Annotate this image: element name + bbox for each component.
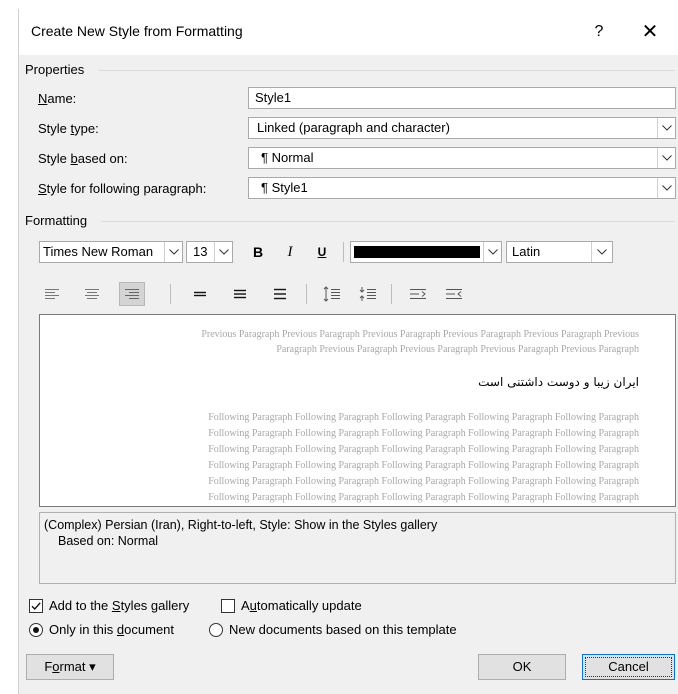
- help-button[interactable]: ?: [585, 19, 613, 45]
- align-right-button[interactable]: [119, 282, 145, 306]
- pilcrow-icon: ¶: [261, 150, 268, 165]
- chevron-down-icon[interactable]: [657, 178, 675, 198]
- cancel-button[interactable]: Cancel: [582, 654, 675, 680]
- style-type-select[interactable]: Linked (paragraph and character): [248, 117, 676, 139]
- formatting-section-label: Formatting: [25, 213, 88, 228]
- preview-following-line: Following Paragraph Following Paragraph …: [208, 492, 639, 503]
- paragraph-spacing-decrease-icon: [359, 287, 376, 301]
- based-on-label: Style based on:: [38, 151, 128, 166]
- decrease-indent-button[interactable]: [405, 282, 431, 306]
- script-select[interactable]: Latin: [506, 241, 613, 263]
- color-swatch: [354, 246, 480, 258]
- preview-following-line: Following Paragraph Following Paragraph …: [208, 428, 639, 439]
- decrease-paragraph-spacing-button[interactable]: [355, 282, 381, 306]
- focus-rectangle: [585, 657, 672, 677]
- double-spacing-button[interactable]: [267, 282, 293, 306]
- chevron-down-icon[interactable]: [214, 242, 232, 262]
- name-field[interactable]: Style1: [248, 87, 676, 109]
- following-style-label: Style for following paragraph:: [38, 181, 207, 196]
- name-label: Name:: [38, 91, 77, 106]
- chevron-down-icon[interactable]: [591, 242, 612, 262]
- font-color-select[interactable]: [350, 241, 502, 263]
- radio-dot: [33, 627, 39, 633]
- indent-decrease-icon: [410, 289, 426, 299]
- line-spacing-single-icon: [194, 291, 206, 297]
- preview-previous-line: Paragraph Previous Paragraph Previous Pa…: [276, 344, 639, 355]
- font-size-value: 13: [193, 244, 208, 259]
- bold-button[interactable]: B: [247, 240, 269, 264]
- single-spacing-button[interactable]: [187, 282, 213, 306]
- only-this-document-radio[interactable]: [29, 623, 43, 637]
- style-preview-pane: Previous Paragraph Previous Paragraph Pr…: [39, 314, 676, 507]
- auto-update-label[interactable]: Automatically update: [241, 598, 362, 613]
- formatting-divider: [101, 221, 675, 222]
- toolbar-divider: [391, 284, 392, 304]
- pilcrow-icon: ¶: [261, 180, 268, 195]
- title-bar: Create New Style from Formatting ? ✕: [19, 9, 678, 55]
- chevron-down-icon[interactable]: [483, 242, 501, 262]
- add-to-gallery-checkbox[interactable]: [29, 599, 43, 613]
- chevron-down-icon[interactable]: [657, 148, 675, 168]
- increase-paragraph-spacing-button[interactable]: [319, 282, 345, 306]
- toolbar-divider: [170, 284, 171, 304]
- indent-increase-icon: [446, 289, 462, 299]
- underline-button[interactable]: U: [311, 240, 333, 264]
- align-center-icon: [85, 289, 99, 299]
- chevron-down-icon[interactable]: [164, 242, 182, 262]
- font-size-select[interactable]: 13: [186, 241, 233, 263]
- italic-button[interactable]: I: [279, 240, 301, 264]
- create-style-dialog: Create New Style from Formatting ? ✕ Pro…: [18, 9, 678, 694]
- auto-update-checkbox[interactable]: [221, 599, 235, 613]
- based-on-select[interactable]: ¶ Normal: [248, 147, 676, 169]
- format-button[interactable]: Format ▾: [26, 654, 114, 680]
- style-type-value: Linked (paragraph and character): [257, 120, 450, 135]
- preview-previous-line: Previous Paragraph Previous Paragraph Pr…: [201, 329, 639, 340]
- toolbar-divider: [306, 284, 307, 304]
- add-to-gallery-label[interactable]: Add to the Styles gallery: [49, 598, 189, 613]
- only-this-document-label[interactable]: Only in this document: [49, 622, 174, 637]
- properties-divider: [99, 70, 675, 71]
- increase-indent-button[interactable]: [441, 282, 467, 306]
- line-spacing-double-icon: [274, 288, 286, 300]
- toolbar-divider: [343, 242, 344, 262]
- preview-following-line: Following Paragraph Following Paragraph …: [208, 444, 639, 455]
- style-type-label: Style type:: [38, 121, 99, 136]
- preview-sample-text: ایران زیبا و دوست داشتنی است: [478, 375, 639, 389]
- align-left-button[interactable]: [39, 282, 65, 306]
- preview-following-line: Following Paragraph Following Paragraph …: [208, 476, 639, 487]
- script-value: Latin: [512, 244, 541, 259]
- align-left-icon: [45, 289, 59, 299]
- chevron-down-icon[interactable]: [657, 118, 675, 138]
- style-description: (Complex) Persian (Iran), Right-to-left,…: [39, 512, 676, 584]
- dialog-title: Create New Style from Formatting: [31, 23, 243, 39]
- description-line: (Complex) Persian (Iran), Right-to-left,…: [44, 518, 438, 532]
- based-on-value: Normal: [271, 150, 314, 165]
- preview-following-line: Following Paragraph Following Paragraph …: [208, 412, 639, 423]
- checkmark-icon: [31, 602, 41, 611]
- ok-button[interactable]: OK: [478, 654, 566, 680]
- font-name-select[interactable]: Times New Roman: [39, 241, 183, 263]
- line-spacing-onehalf-icon: [234, 289, 246, 299]
- one-half-spacing-button[interactable]: [227, 282, 253, 306]
- description-line: Based on: Normal: [58, 534, 159, 548]
- paragraph-spacing-increase-icon: [323, 286, 340, 302]
- preview-following-line: Following Paragraph Following Paragraph …: [208, 460, 639, 471]
- align-right-icon: [125, 289, 139, 299]
- following-style-value: Style1: [271, 180, 308, 195]
- following-style-select[interactable]: ¶ Style1: [248, 177, 676, 199]
- close-button[interactable]: ✕: [635, 19, 665, 45]
- new-documents-label[interactable]: New documents based on this template: [229, 622, 457, 637]
- font-name-value: Times New Roman: [43, 244, 154, 259]
- align-center-button[interactable]: [79, 282, 105, 306]
- properties-section-label: Properties: [25, 62, 85, 77]
- new-documents-radio[interactable]: [209, 623, 223, 637]
